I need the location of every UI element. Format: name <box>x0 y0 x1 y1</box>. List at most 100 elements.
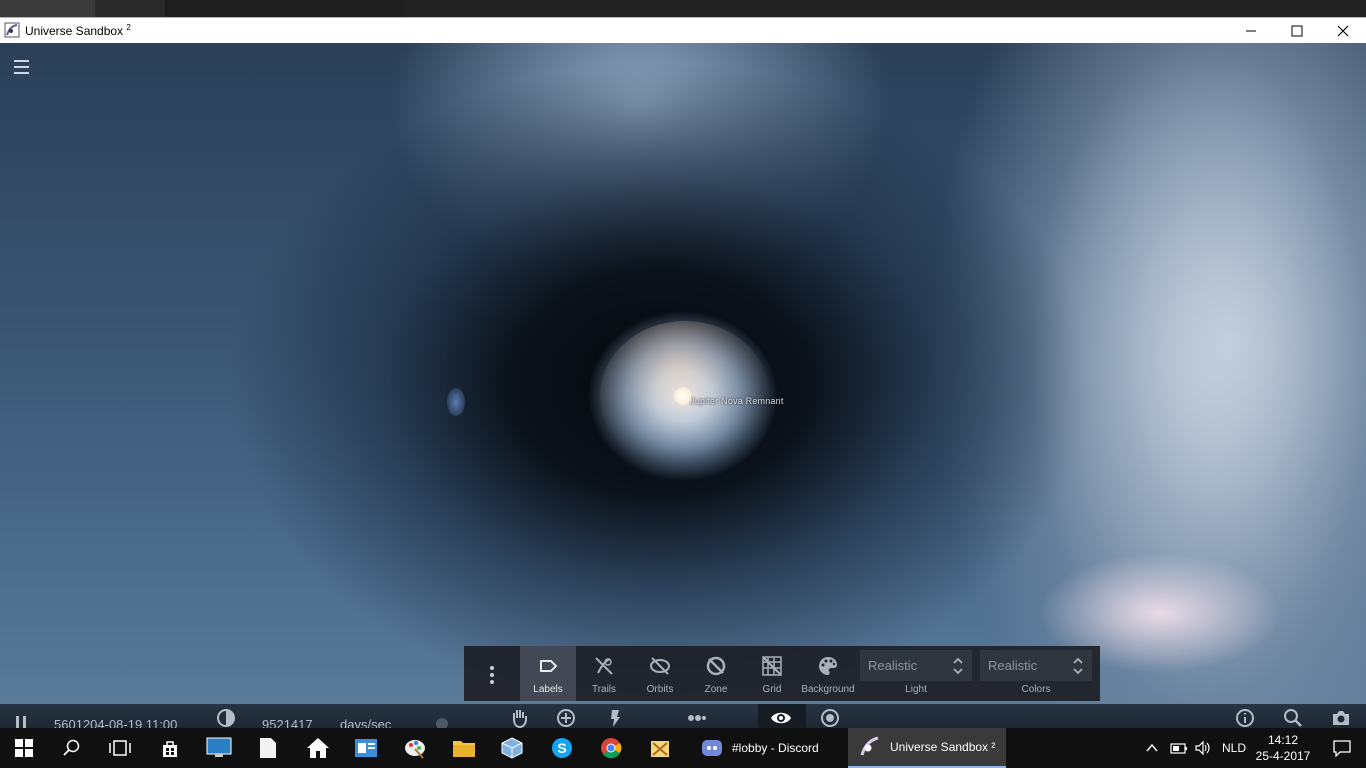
taskbar-app[interactable] <box>391 728 439 768</box>
store-icon <box>163 741 177 757</box>
chain-icon[interactable] <box>686 707 708 729</box>
utility-icon <box>651 741 669 757</box>
menu-line <box>14 66 29 68</box>
discord-icon <box>702 740 722 756</box>
dot <box>490 666 494 670</box>
task-discord[interactable]: #lobby - Discord <box>690 728 846 768</box>
up-down-chevron-icon <box>953 657 963 675</box>
maximize-icon <box>1291 25 1303 36</box>
clock[interactable]: 14:12 25-4-2017 <box>1253 732 1313 764</box>
object-label[interactable]: Jupiter Nova Remnant <box>690 396 784 406</box>
universe-sandbox-icon <box>860 736 879 756</box>
simulation-bar: 5601204-08-19 11:00 9521417 days/sec <box>0 704 1366 732</box>
task-view-icon <box>109 740 131 756</box>
tool-label: Trails <box>591 684 617 695</box>
language-indicator[interactable]: NLD <box>1222 741 1246 755</box>
time-dial-icon[interactable] <box>215 707 237 729</box>
taskbar-app[interactable] <box>440 728 488 768</box>
distant-galaxy <box>447 388 465 416</box>
power-icon[interactable] <box>604 707 626 729</box>
search-icon <box>63 739 80 756</box>
skype-icon: S <box>552 738 572 758</box>
background-block <box>405 0 1366 17</box>
add-icon[interactable] <box>555 707 577 729</box>
menu-line <box>14 72 29 74</box>
task-view-button[interactable] <box>96 728 144 768</box>
background-window-strip <box>0 0 1366 17</box>
task-label: Universe Sandbox ² <box>890 740 996 754</box>
tool-labels[interactable]: Labels <box>520 646 576 701</box>
milky-way-band <box>1000 43 1366 704</box>
start-button[interactable] <box>0 728 48 768</box>
notification-icon <box>1333 740 1351 757</box>
menu-line <box>14 60 29 62</box>
action-center-button[interactable] <box>1318 728 1366 768</box>
battery-icon[interactable] <box>1170 740 1188 756</box>
close-icon <box>1337 25 1349 36</box>
explorer-icon <box>453 741 475 757</box>
windows-taskbar: S #lobby - Discord Universe Sandbox ² NL… <box>0 728 1366 768</box>
camera-icon[interactable] <box>1330 707 1352 729</box>
space-viewport[interactable]: Jupiter Nova Remnant <box>0 43 1366 704</box>
more-options-button[interactable] <box>482 664 502 686</box>
start-icon <box>15 739 33 757</box>
tool-label: Orbits <box>646 684 674 695</box>
taskbar-app[interactable] <box>294 728 342 768</box>
taskbar-app[interactable] <box>342 728 390 768</box>
light-select[interactable]: Realistic <box>860 650 972 681</box>
main-menu-button[interactable] <box>14 60 34 76</box>
hand-icon[interactable] <box>508 707 530 729</box>
tool-label: Background <box>801 684 855 695</box>
dot <box>490 680 494 684</box>
taskbar-app[interactable] <box>488 728 536 768</box>
clock-date: 25-4-2017 <box>1255 749 1311 763</box>
trails-off-icon <box>595 657 613 675</box>
tool-trails[interactable]: Trails <box>576 646 632 701</box>
taskbar-app[interactable] <box>636 728 684 768</box>
paint-icon <box>405 740 425 759</box>
zone-off-icon <box>706 656 726 676</box>
lenovo-icon <box>206 737 232 757</box>
home-icon <box>307 738 329 758</box>
colors-select[interactable]: Realistic <box>980 650 1092 681</box>
tool-zone[interactable]: Zone <box>688 646 744 701</box>
chrome-icon <box>601 738 622 759</box>
close-button[interactable] <box>1320 18 1366 43</box>
outlook-icon <box>355 739 377 757</box>
label-tag-icon <box>540 660 558 672</box>
volume-icon[interactable] <box>1194 740 1212 756</box>
window-titlebar[interactable]: Universe Sandbox 2 <box>0 17 1366 43</box>
colors-value: Realistic <box>988 658 1038 673</box>
system-tray: NLD <box>1144 728 1246 768</box>
taskbar-app[interactable] <box>146 728 194 768</box>
taskbar-app[interactable] <box>195 728 243 768</box>
background-block <box>165 0 405 17</box>
chevron-up-icon[interactable] <box>1144 740 1160 756</box>
taskbar-app[interactable] <box>587 728 635 768</box>
file-icon <box>260 738 276 758</box>
light-label: Light <box>905 684 927 695</box>
task-label: #lobby - Discord <box>732 741 819 755</box>
pause-icon[interactable] <box>14 716 28 728</box>
window-title: Universe Sandbox 2 <box>25 23 131 38</box>
speed-slider-handle[interactable] <box>434 716 450 728</box>
taskbar-app[interactable] <box>244 728 292 768</box>
tool-orbits[interactable]: Orbits <box>632 646 688 701</box>
taskbar-app[interactable]: S <box>538 728 586 768</box>
eye-icon[interactable] <box>770 707 792 729</box>
search-icon[interactable] <box>1282 707 1304 729</box>
maximize-button[interactable] <box>1274 18 1320 43</box>
background-block <box>0 0 95 17</box>
tool-background[interactable]: Background <box>800 646 856 701</box>
palette-icon <box>819 657 837 675</box>
task-universe-sandbox[interactable]: Universe Sandbox ² <box>848 728 1006 768</box>
taskbar-search-button[interactable] <box>48 728 96 768</box>
window-title-text: Universe Sandbox <box>25 24 124 38</box>
colors-label: Colors <box>1021 684 1051 695</box>
minimize-button[interactable] <box>1228 18 1274 43</box>
view-toolbar: Labels Trails Orbits Zone Grid Backgroun… <box>464 646 1100 701</box>
tool-grid[interactable]: Grid <box>744 646 800 701</box>
info-icon[interactable] <box>1234 707 1256 729</box>
virtualbox-icon <box>501 737 523 759</box>
sim-target-icon[interactable] <box>819 707 841 729</box>
